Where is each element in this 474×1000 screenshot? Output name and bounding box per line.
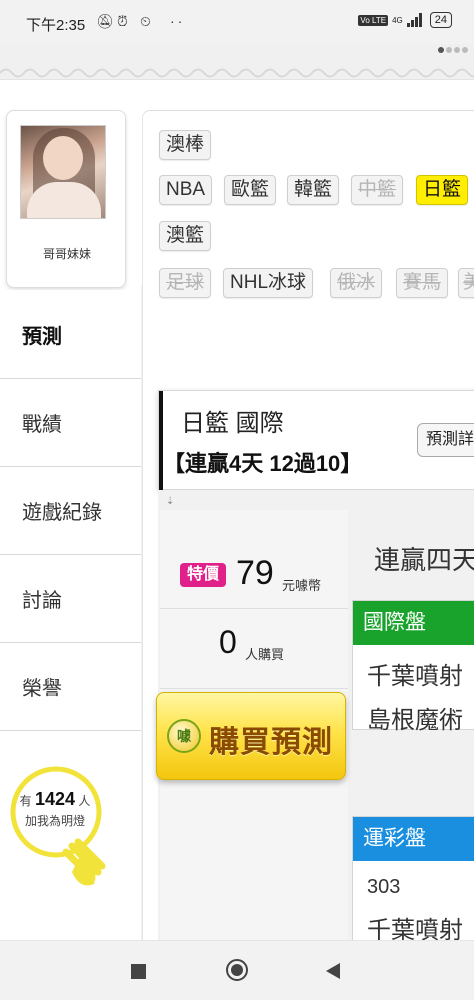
card-body: 千葉噴射 島根魔術: [353, 645, 474, 743]
fans-suffix: 人: [78, 794, 91, 808]
sidebar-divider: [0, 730, 141, 731]
fans-count-line: 有 1424 人: [0, 789, 110, 811]
team-name: 島根魔術: [367, 707, 463, 734]
category-tag[interactable]: NHL冰球: [223, 268, 314, 298]
status-bar: 下午2:35 🔕︎ ⏰︎ ⏲︎ ·· Vo LTE 4G 24: [0, 0, 474, 44]
sidebar-item-label: 討論: [22, 590, 62, 612]
lace-pattern-icon: [0, 68, 474, 78]
home-icon[interactable]: [226, 959, 248, 981]
avatar[interactable]: [20, 125, 106, 219]
buyers-count: 0: [219, 624, 237, 660]
recent-apps-icon[interactable]: [131, 964, 146, 979]
profile-card[interactable]: 哥哥妹妹: [6, 110, 126, 288]
buy-prediction-button[interactable]: 噱 購買預測: [156, 692, 346, 780]
category-tag[interactable]: 中籃: [351, 175, 404, 205]
header-lace-strip: [0, 44, 474, 80]
buy-prediction-label: 購買預測: [209, 726, 333, 759]
sidebar-item-label: 戰績: [22, 414, 62, 436]
price-value: 79: [236, 554, 274, 592]
sidebar-item-label: 遊戲紀錄: [22, 502, 102, 524]
sidebar-item-label: 預測: [22, 325, 62, 348]
category-tag[interactable]: 澳棒: [159, 130, 212, 160]
odds-card-lottery: 運彩盤 303 千葉噴射: [352, 816, 474, 944]
category-tag[interactable]: NBA: [159, 175, 213, 205]
signal-icon: [406, 13, 422, 27]
card-header: 國際盤: [353, 601, 474, 645]
streak-label: 連贏四天: [374, 545, 474, 575]
alarm-icon: ⏰︎: [117, 13, 128, 29]
volte-icon: Vo LTE: [358, 14, 389, 26]
category-tag[interactable]: 賽馬: [396, 268, 449, 298]
back-icon[interactable]: [326, 963, 340, 979]
card-header: 運彩盤: [353, 817, 474, 861]
status-time: 下午2:35: [26, 17, 86, 34]
prediction-detail-button[interactable]: 預測詳: [417, 423, 474, 457]
category-tag-selected[interactable]: 日籃: [416, 175, 469, 205]
more-notifications-icon: ··: [170, 13, 186, 29]
sidebar-item-label: 榮譽: [22, 678, 62, 700]
status-right-group: Vo LTE 4G 24: [358, 12, 452, 28]
sidebar-item-predict[interactable]: 預測: [0, 290, 141, 378]
game-number: 303: [367, 876, 401, 898]
light-bulb-icon[interactable]: [10, 766, 110, 896]
price-unit: 元噱幣: [282, 578, 322, 593]
fans-count: 1424: [34, 789, 76, 809]
sidebar-item-record[interactable]: 戰績: [0, 378, 141, 466]
prediction-header: 日籃 國際 【連贏4天 12過10】 預測詳: [158, 390, 474, 491]
team-name: 千葉噴射: [367, 663, 463, 690]
prediction-title: 日籃 國際: [181, 410, 284, 437]
category-tag[interactable]: 韓籃: [287, 175, 340, 205]
divider: [160, 688, 348, 689]
category-tag[interactable]: 美: [458, 268, 474, 298]
fans-caption: 加我為明燈: [24, 814, 85, 828]
odds-card-international: 國際盤 千葉噴射 島根魔術: [352, 600, 474, 734]
alarm-clock-icon: ⏲︎: [140, 13, 151, 29]
system-nav-bar: [0, 940, 474, 1000]
divider: [160, 608, 348, 609]
fans-widget[interactable]: 有 1424 人 加我為明燈: [0, 789, 110, 831]
collapse-arrow-icon[interactable]: ⇣: [166, 496, 174, 507]
category-tag[interactable]: 足球: [159, 268, 212, 298]
category-tag[interactable]: 俄冰: [330, 268, 383, 298]
mute-bell-icon: 🔕︎: [96, 13, 114, 29]
sidebar-item-honor[interactable]: 榮譽: [0, 642, 141, 730]
special-price-badge: 特價: [180, 563, 226, 587]
profile-name: 哥哥妹妹: [42, 247, 91, 261]
page-indicator-dots: [438, 46, 468, 54]
fans-prefix: 有: [19, 794, 32, 808]
category-tag[interactable]: 歐籃: [224, 175, 277, 205]
coin-icon: 噱: [167, 719, 201, 753]
prediction-streak: 【連贏4天 12過10】: [163, 451, 363, 476]
battery-indicator: 24: [429, 12, 452, 28]
category-tag[interactable]: 澳籃: [159, 221, 212, 251]
sidebar-item-discussion[interactable]: 討論: [0, 554, 141, 642]
sidebar-item-game-history[interactable]: 遊戲紀錄: [0, 466, 141, 554]
network-type: 4G: [392, 15, 403, 25]
buyers-unit: 人購買: [245, 647, 285, 662]
